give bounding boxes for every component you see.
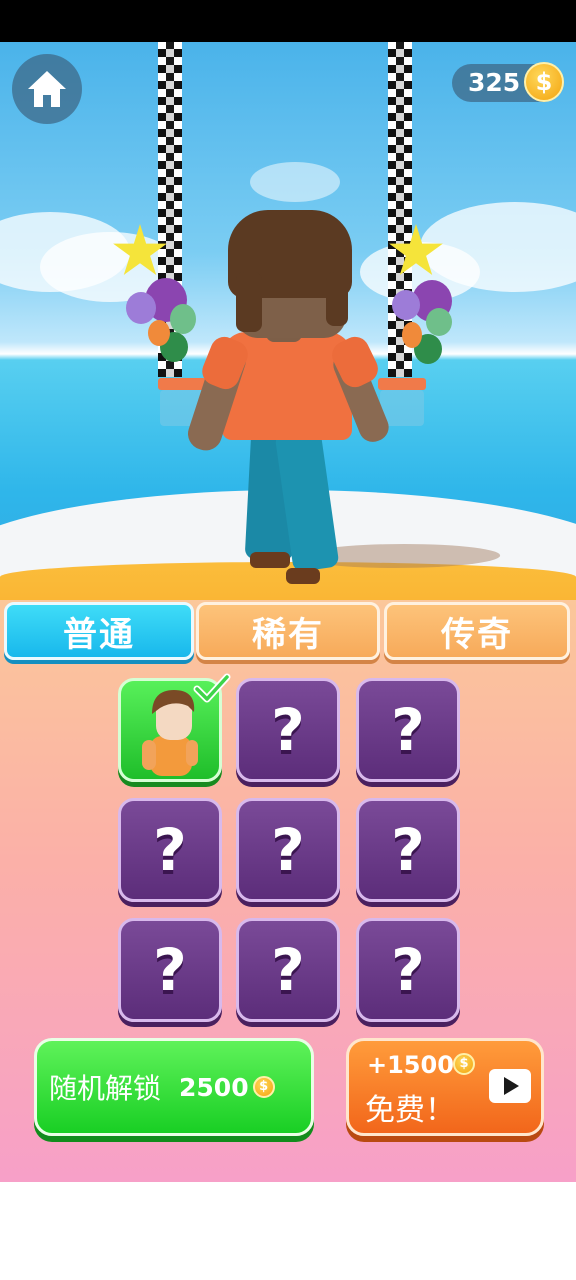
free-label: 免费！ <box>365 1093 455 1128</box>
home-button[interactable] <box>12 54 82 124</box>
skin-slot-locked[interactable]: ? <box>236 678 340 782</box>
random-unlock-button[interactable]: 随机解锁 2500 $ <box>34 1038 314 1136</box>
random-unlock-cost: 2500 <box>179 1072 249 1102</box>
question-mark-icon: ? <box>153 936 187 1004</box>
tab-rare[interactable]: 稀有 <box>196 602 380 660</box>
skin-slot-locked[interactable]: ? <box>236 798 340 902</box>
coin-icon: $ <box>453 1053 475 1075</box>
skin-slot-locked[interactable]: ? <box>356 678 460 782</box>
game-scene: 325 $ <box>0 42 576 642</box>
skin-slot-locked[interactable]: ? <box>236 918 340 1022</box>
coin-icon: $ <box>524 62 564 102</box>
status-bar <box>0 0 576 42</box>
checkmark-icon <box>193 673 231 703</box>
skin-slot-locked[interactable]: ? <box>356 918 460 1022</box>
free-reward-amount: +1500 <box>367 1051 454 1079</box>
skin-slot-locked[interactable]: ? <box>356 798 460 902</box>
home-icon <box>28 71 66 107</box>
question-mark-icon: ? <box>271 696 305 764</box>
question-mark-icon: ? <box>391 696 425 764</box>
skin-slot-locked[interactable]: ? <box>118 918 222 1022</box>
skin-slot-selected[interactable] <box>118 673 231 782</box>
random-unlock-label: 随机解锁 <box>49 1072 162 1105</box>
video-play-icon <box>489 1069 531 1103</box>
coin-icon: $ <box>252 1076 275 1098</box>
question-mark-icon: ? <box>391 936 425 1004</box>
question-mark-icon: ? <box>271 936 305 1004</box>
question-mark-icon: ? <box>391 816 425 884</box>
tab-legendary[interactable]: 传奇 <box>384 602 570 660</box>
coin-amount: 325 <box>468 68 521 97</box>
question-mark-icon: ? <box>153 816 187 884</box>
skin-slot-locked[interactable]: ? <box>118 798 222 902</box>
coin-counter: 325 $ <box>452 62 564 102</box>
tab-common[interactable]: 普通 <box>4 602 194 660</box>
free-coins-video-button[interactable]: +1500 $ 免费！ <box>346 1038 544 1136</box>
question-mark-icon: ? <box>271 816 305 884</box>
